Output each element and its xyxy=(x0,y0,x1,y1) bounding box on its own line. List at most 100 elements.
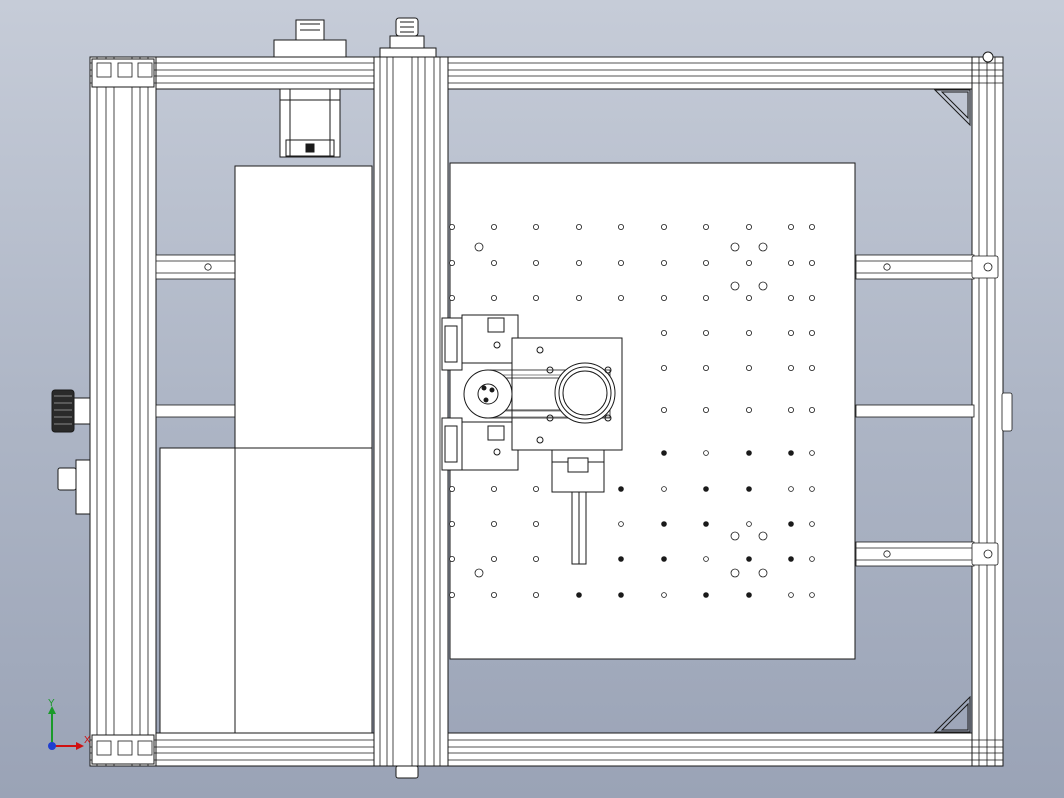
mounting-hole xyxy=(474,568,484,578)
center-gantry xyxy=(373,56,449,767)
plate-hole xyxy=(490,521,497,528)
plate-hole xyxy=(746,259,753,266)
plate-hole xyxy=(703,364,710,371)
plate-hole xyxy=(661,364,668,371)
plate-hole xyxy=(746,486,752,492)
plate-hole xyxy=(809,329,816,336)
plate-hole xyxy=(661,486,667,492)
plate-hole xyxy=(809,406,816,413)
plate-hole xyxy=(618,521,624,527)
plate-hole xyxy=(533,556,540,563)
frame-left-rail xyxy=(89,56,157,767)
plate-hole xyxy=(809,450,815,456)
plate-hole xyxy=(788,486,794,492)
plate-hole xyxy=(809,521,815,527)
plate-hole xyxy=(661,592,667,598)
gusset-tr-inner xyxy=(940,91,969,120)
plate-hole xyxy=(448,223,455,230)
z-axis-dot xyxy=(48,742,56,750)
lower-housing xyxy=(159,447,373,734)
plate-hole xyxy=(448,556,455,563)
left-side-knobs xyxy=(51,389,91,515)
plate-hole xyxy=(448,592,455,599)
left-axis-housing xyxy=(159,165,373,734)
plate-hole xyxy=(746,450,752,456)
plate-hole xyxy=(533,223,540,230)
plate-hole xyxy=(703,259,710,266)
plate-hole xyxy=(703,223,710,230)
plate-hole xyxy=(490,592,497,599)
mounting-hole xyxy=(730,531,740,541)
plate-hole xyxy=(809,486,815,492)
plate-hole xyxy=(703,486,709,492)
y-axis-label: Y xyxy=(48,698,55,709)
mounting-hole xyxy=(730,242,740,252)
plate-hole xyxy=(809,259,816,266)
plate-hole xyxy=(661,406,668,413)
plate-hole xyxy=(809,223,816,230)
plate-hole xyxy=(788,223,795,230)
stepper-motor-top xyxy=(273,19,347,158)
plate-hole xyxy=(490,556,497,563)
plate-hole xyxy=(490,223,497,230)
frame-end-cap xyxy=(982,51,994,63)
pulley xyxy=(463,369,513,419)
plate-hole xyxy=(809,294,816,301)
plate-hole xyxy=(533,521,540,528)
gusset-br xyxy=(933,695,971,733)
frame-top-rail xyxy=(89,56,1004,90)
mounting-hole xyxy=(758,531,768,541)
plate-hole xyxy=(618,294,625,301)
frame-right-rail xyxy=(971,56,1004,767)
corner-bracket-bl xyxy=(91,734,155,765)
plate-hole xyxy=(448,294,455,301)
plate-hole xyxy=(746,592,752,598)
plate-hole xyxy=(788,294,795,301)
plate-hole xyxy=(746,556,752,562)
gantry-beam xyxy=(373,56,449,767)
plate-hole xyxy=(788,556,794,562)
plate-hole xyxy=(448,485,455,492)
plate-hole xyxy=(809,592,815,598)
plate-hole xyxy=(746,406,753,413)
plate-hole xyxy=(703,406,710,413)
gantry-top-knob xyxy=(379,17,437,58)
plate-hole xyxy=(490,259,497,266)
mounting-hole xyxy=(758,242,768,252)
cad-top-view[interactable] xyxy=(0,0,1064,798)
plate-hole xyxy=(788,521,794,527)
mounting-hole xyxy=(758,568,768,578)
plate-hole xyxy=(661,521,667,527)
left-cross-rails xyxy=(155,254,237,418)
plate-hole xyxy=(661,259,668,266)
plate-hole xyxy=(533,485,540,492)
plate-hole xyxy=(788,406,795,413)
plate-hole xyxy=(703,294,710,301)
plate-hole xyxy=(788,329,795,336)
plate-hole xyxy=(448,259,455,266)
plate-hole xyxy=(746,329,753,336)
plate-hole xyxy=(703,329,710,336)
plate-hole xyxy=(661,294,668,301)
plate-hole xyxy=(490,294,497,301)
gusset-br-inner xyxy=(940,702,969,731)
plate-hole xyxy=(618,486,624,492)
plate-hole xyxy=(788,450,794,456)
plate-hole xyxy=(661,329,668,336)
plate-hole xyxy=(448,521,455,528)
plate-hole xyxy=(533,592,540,599)
plate-hole xyxy=(746,521,752,527)
mounting-hole xyxy=(730,281,740,291)
plate-hole xyxy=(703,521,709,527)
plate-hole xyxy=(661,223,668,230)
mounting-hole xyxy=(474,242,484,252)
gusset-tr xyxy=(933,89,971,127)
plate-hole xyxy=(788,259,795,266)
axis-triad: Y X xyxy=(40,698,100,758)
plate-hole xyxy=(661,450,667,456)
plate-hole xyxy=(576,259,583,266)
plate-hole xyxy=(746,223,753,230)
plate-hole xyxy=(490,485,497,492)
frame-bottom-rail xyxy=(89,732,1004,767)
plate-hole xyxy=(618,259,625,266)
